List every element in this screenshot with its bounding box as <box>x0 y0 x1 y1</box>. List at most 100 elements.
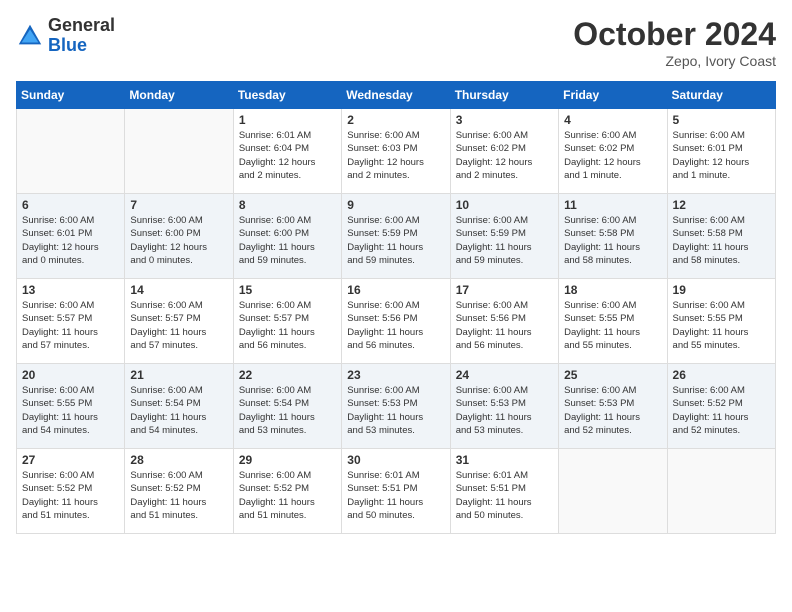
day-info: Sunrise: 6:00 AM Sunset: 5:57 PM Dayligh… <box>130 299 227 352</box>
day-info: Sunrise: 6:00 AM Sunset: 5:55 PM Dayligh… <box>22 384 119 437</box>
title-block: October 2024 Zepo, Ivory Coast <box>573 16 776 69</box>
calendar-cell: 28Sunrise: 6:00 AM Sunset: 5:52 PM Dayli… <box>125 449 233 534</box>
day-info: Sunrise: 6:01 AM Sunset: 6:04 PM Dayligh… <box>239 129 336 182</box>
calendar-cell: 18 Sunrise: 6:00 AM Sunset: 5:55 PM Dayli… <box>559 279 667 364</box>
day-number: 19 <box>673 283 770 297</box>
calendar-cell: 6Sunrise: 6:00 AM Sunset: 6:01 PM Daylig… <box>17 194 125 279</box>
day-info: Sunrise: 6:00 AM Sunset: 5:55 PM Dayligh… <box>564 299 661 352</box>
calendar-cell <box>17 109 125 194</box>
day-number: 1 <box>239 113 336 127</box>
logo-general: General <box>48 16 115 36</box>
calendar-cell: 11Sunrise: 6:00 AM Sunset: 5:58 PM Dayli… <box>559 194 667 279</box>
calendar-cell: 20 Sunrise: 6:00 AM Sunset: 5:55 PM Dayli… <box>17 364 125 449</box>
month-title: October 2024 <box>573 16 776 53</box>
calendar-cell: 3Sunrise: 6:00 AM Sunset: 6:02 PM Daylig… <box>450 109 558 194</box>
week-row-3: 20 Sunrise: 6:00 AM Sunset: 5:55 PM Dayli… <box>17 364 776 449</box>
logo: General Blue <box>16 16 115 56</box>
day-info: Sunrise: 6:00 AM Sunset: 5:52 PM Dayligh… <box>239 469 336 522</box>
day-number: 25 <box>564 368 661 382</box>
day-info: Sunrise: 6:00 AM Sunset: 5:53 PM Dayligh… <box>347 384 444 437</box>
day-info: Sunrise: 6:00 AM Sunset: 5:57 PM Dayligh… <box>239 299 336 352</box>
day-info: Sunrise: 6:00 AM Sunset: 5:52 PM Dayligh… <box>673 384 770 437</box>
calendar-cell: 13Sunrise: 6:00 AM Sunset: 5:57 PM Dayli… <box>17 279 125 364</box>
week-row-0: 1 Sunrise: 6:01 AM Sunset: 6:04 PM Daylig… <box>17 109 776 194</box>
day-number: 7 <box>130 198 227 212</box>
calendar-cell: 4 Sunrise: 6:00 AM Sunset: 6:02 PM Daylig… <box>559 109 667 194</box>
calendar-cell: 25Sunrise: 6:00 AM Sunset: 5:53 PM Dayli… <box>559 364 667 449</box>
day-number: 4 <box>564 113 661 127</box>
calendar-cell <box>559 449 667 534</box>
day-info: Sunrise: 6:00 AM Sunset: 5:59 PM Dayligh… <box>456 214 553 267</box>
header-monday: Monday <box>125 82 233 109</box>
header-thursday: Thursday <box>450 82 558 109</box>
day-info: Sunrise: 6:00 AM Sunset: 5:56 PM Dayligh… <box>456 299 553 352</box>
day-number: 14 <box>130 283 227 297</box>
calendar-cell: 16 Sunrise: 6:00 AM Sunset: 5:56 PM Dayli… <box>342 279 450 364</box>
day-info: Sunrise: 6:00 AM Sunset: 5:58 PM Dayligh… <box>564 214 661 267</box>
logo-blue: Blue <box>48 36 115 56</box>
calendar-table: SundayMondayTuesdayWednesdayThursdayFrid… <box>16 81 776 534</box>
calendar-cell: 9Sunrise: 6:00 AM Sunset: 5:59 PM Daylig… <box>342 194 450 279</box>
header-sunday: Sunday <box>17 82 125 109</box>
day-number: 22 <box>239 368 336 382</box>
calendar-cell: 26 Sunrise: 6:00 AM Sunset: 5:52 PM Dayli… <box>667 364 775 449</box>
day-number: 27 <box>22 453 119 467</box>
day-number: 18 <box>564 283 661 297</box>
day-number: 26 <box>673 368 770 382</box>
day-number: 12 <box>673 198 770 212</box>
day-number: 29 <box>239 453 336 467</box>
day-number: 17 <box>456 283 553 297</box>
logo-icon <box>16 22 44 50</box>
day-number: 21 <box>130 368 227 382</box>
header-saturday: Saturday <box>667 82 775 109</box>
calendar-cell <box>125 109 233 194</box>
week-row-4: 27 Sunrise: 6:00 AM Sunset: 5:52 PM Dayli… <box>17 449 776 534</box>
day-info: Sunrise: 6:00 AM Sunset: 5:52 PM Dayligh… <box>22 469 119 522</box>
day-number: 30 <box>347 453 444 467</box>
day-info: Sunrise: 6:00 AM Sunset: 6:02 PM Dayligh… <box>456 129 553 182</box>
day-number: 6 <box>22 198 119 212</box>
day-number: 24 <box>456 368 553 382</box>
day-info: Sunrise: 6:00 AM Sunset: 6:03 PM Dayligh… <box>347 129 444 182</box>
calendar-cell: 10 Sunrise: 6:00 AM Sunset: 5:59 PM Dayli… <box>450 194 558 279</box>
calendar-cell: 1 Sunrise: 6:01 AM Sunset: 6:04 PM Daylig… <box>233 109 341 194</box>
header-tuesday: Tuesday <box>233 82 341 109</box>
day-info: Sunrise: 6:00 AM Sunset: 6:01 PM Dayligh… <box>673 129 770 182</box>
location: Zepo, Ivory Coast <box>573 53 776 69</box>
day-number: 31 <box>456 453 553 467</box>
day-info: Sunrise: 6:00 AM Sunset: 5:54 PM Dayligh… <box>130 384 227 437</box>
calendar-cell: 14 Sunrise: 6:00 AM Sunset: 5:57 PM Dayli… <box>125 279 233 364</box>
header-friday: Friday <box>559 82 667 109</box>
day-number: 28 <box>130 453 227 467</box>
day-number: 10 <box>456 198 553 212</box>
day-info: Sunrise: 6:00 AM Sunset: 6:02 PM Dayligh… <box>564 129 661 182</box>
day-number: 13 <box>22 283 119 297</box>
day-info: Sunrise: 6:00 AM Sunset: 5:55 PM Dayligh… <box>673 299 770 352</box>
calendar-cell: 30Sunrise: 6:01 AM Sunset: 5:51 PM Dayli… <box>342 449 450 534</box>
calendar-cell <box>667 449 775 534</box>
day-info: Sunrise: 6:00 AM Sunset: 5:53 PM Dayligh… <box>456 384 553 437</box>
calendar-cell: 12 Sunrise: 6:00 AM Sunset: 5:58 PM Dayli… <box>667 194 775 279</box>
day-number: 16 <box>347 283 444 297</box>
day-number: 15 <box>239 283 336 297</box>
day-info: Sunrise: 6:01 AM Sunset: 5:51 PM Dayligh… <box>456 469 553 522</box>
calendar-cell: 22 Sunrise: 6:00 AM Sunset: 5:54 PM Dayli… <box>233 364 341 449</box>
day-info: Sunrise: 6:00 AM Sunset: 5:54 PM Dayligh… <box>239 384 336 437</box>
calendar-cell: 17 Sunrise: 6:00 AM Sunset: 5:56 PM Dayli… <box>450 279 558 364</box>
calendar-cell: 8Sunrise: 6:00 AM Sunset: 6:00 PM Daylig… <box>233 194 341 279</box>
calendar-cell: 23Sunrise: 6:00 AM Sunset: 5:53 PM Dayli… <box>342 364 450 449</box>
calendar-cell: 29 Sunrise: 6:00 AM Sunset: 5:52 PM Dayli… <box>233 449 341 534</box>
day-info: Sunrise: 6:00 AM Sunset: 6:00 PM Dayligh… <box>130 214 227 267</box>
day-number: 9 <box>347 198 444 212</box>
day-info: Sunrise: 6:00 AM Sunset: 5:56 PM Dayligh… <box>347 299 444 352</box>
day-number: 5 <box>673 113 770 127</box>
logo-text: General Blue <box>48 16 115 56</box>
day-number: 8 <box>239 198 336 212</box>
day-number: 20 <box>22 368 119 382</box>
calendar-cell: 5 Sunrise: 6:00 AM Sunset: 6:01 PM Daylig… <box>667 109 775 194</box>
header-wednesday: Wednesday <box>342 82 450 109</box>
calendar-cell: 24 Sunrise: 6:00 AM Sunset: 5:53 PM Dayli… <box>450 364 558 449</box>
day-number: 2 <box>347 113 444 127</box>
calendar-cell: 31 Sunrise: 6:01 AM Sunset: 5:51 PM Dayli… <box>450 449 558 534</box>
day-info: Sunrise: 6:00 AM Sunset: 5:58 PM Dayligh… <box>673 214 770 267</box>
